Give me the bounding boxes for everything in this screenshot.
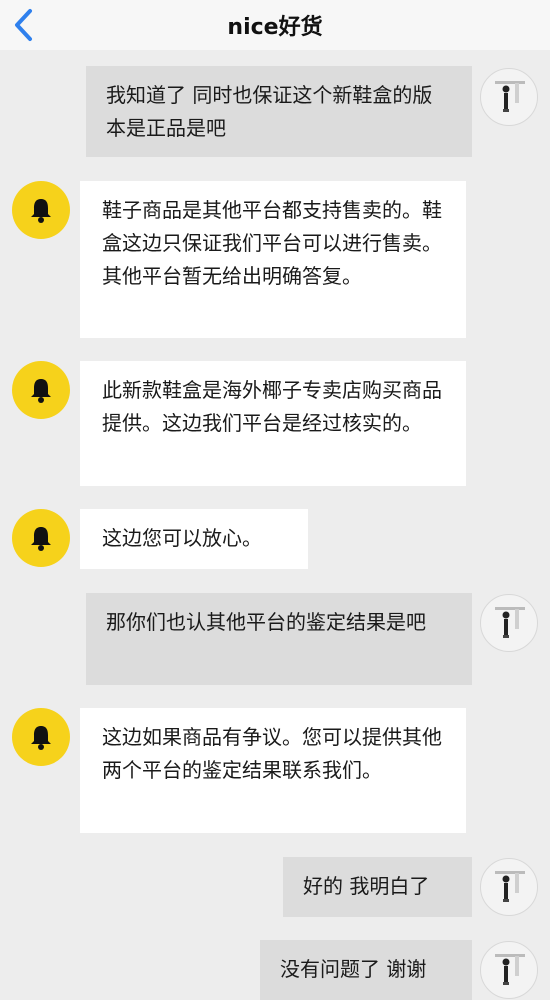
message-bubble[interactable]: 好的 我明白了: [283, 857, 472, 917]
message-bubble[interactable]: 这边您可以放心。: [80, 509, 308, 569]
bell-icon[interactable]: [12, 181, 70, 239]
message-bubble[interactable]: 那你们也认其他平台的鉴定结果是吧: [86, 593, 472, 685]
nav-bar: nice好货: [0, 0, 550, 50]
message-bubble[interactable]: 此新款鞋盒是海外椰子专卖店购买商品提供。这边我们平台是经过核实的。: [80, 361, 466, 486]
chat-title: nice好货: [227, 15, 323, 40]
bell-icon[interactable]: [12, 361, 70, 419]
bell-icon[interactable]: [12, 708, 70, 766]
message-bubble[interactable]: 鞋子商品是其他平台都支持售卖的。鞋盒这边只保证我们平台可以进行售卖。其他平台暂无…: [80, 181, 466, 338]
message-bubble[interactable]: 没有问题了 谢谢: [260, 940, 472, 1000]
bell-icon[interactable]: [12, 509, 70, 567]
user-avatar[interactable]: [480, 858, 538, 916]
message-bubble[interactable]: 这边如果商品有争议。您可以提供其他两个平台的鉴定结果联系我们。: [80, 708, 466, 833]
user-avatar[interactable]: [480, 68, 538, 126]
user-avatar[interactable]: [480, 594, 538, 652]
user-avatar[interactable]: [480, 941, 538, 999]
message-bubble[interactable]: 我知道了 同时也保证这个新鞋盒的版本是正品是吧: [86, 66, 472, 157]
